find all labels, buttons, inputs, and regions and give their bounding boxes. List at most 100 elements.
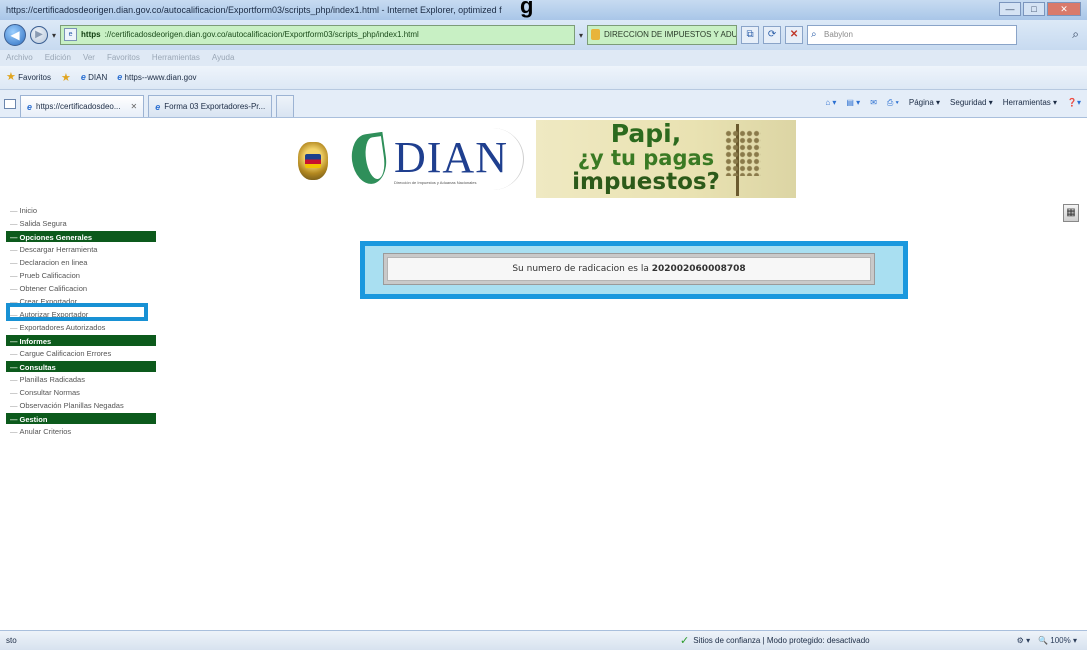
menu-item-planillas-radicadas[interactable]: — Planillas Radicadas [6,373,156,386]
menu-ver[interactable]: Ver [83,50,95,66]
menu-herramientas[interactable]: Herramientas [152,50,200,66]
menu-item-anular-criterios[interactable]: — Anular Criterios [6,425,156,438]
favorite-link-label: https--www.dian.gov [124,73,197,82]
menu-item-label: Consultar Normas [19,388,80,397]
menu-bar: Archivo Edición Ver Favoritos Herramient… [0,50,1087,66]
menu-item-salida-segura[interactable]: — Salida Segura [6,217,156,230]
notice-prefix: Su numero de radicacion es la [512,264,652,274]
home-icon[interactable]: ⌂ ▾ [825,92,836,114]
url-dropdown-icon[interactable]: ▾ [579,31,583,40]
favorites-button[interactable]: ★ Favoritos [6,65,51,90]
compatibility-icon[interactable]: ⧉ [741,26,760,44]
dian-logo-text: DIAN [394,133,508,182]
search-provider-icon: ⌕ [811,29,817,40]
refresh-button[interactable]: ⟳ [763,26,782,44]
menu-item-descargar-herramienta[interactable]: — Descargar Herramienta [6,243,156,256]
close-tab-icon[interactable]: ✕ [131,96,138,118]
menu-edicion[interactable]: Edición [45,50,71,66]
back-button[interactable]: ◀ [4,24,26,46]
menu-item-observacion-planillas-negadas[interactable]: — Observación Planillas Negadas [6,399,156,412]
menu-item-consultar-normas[interactable]: — Consultar Normas [6,386,156,399]
ie-icon: e [27,101,33,112]
menu-item-inicio[interactable]: — Inicio [6,204,156,217]
page-menu[interactable]: Página ▾ [909,92,940,114]
menu-item-label: Cargue Calificacion Errores [19,349,112,358]
stop-button[interactable]: ✕ [785,26,804,44]
menu-item-declaracion-en-linea[interactable]: — Declaracion en linea [6,256,156,269]
menu-item-label: Exportadores Autorizados [19,323,106,332]
page-banner: DIAN Dirección de Impuestos y Aduanas Na… [286,120,796,198]
notice-message: Su numero de radicacion es la 2020020600… [387,257,871,281]
favorite-link-dian-gov[interactable]: e https--www.dian.gov [117,65,196,90]
dian-leaf-icon [348,131,390,187]
feeds-icon[interactable]: ▤ ▾ [846,92,860,114]
menu-item-cargue-calificacion-errores[interactable]: — Cargue Calificacion Errores [6,347,156,360]
favorites-label: Favoritos [18,73,52,82]
menu-section-gestion: — Gestion [6,412,156,425]
close-window-button[interactable]: ✕ [1047,2,1081,16]
security-certificate-field[interactable]: DIRECCION DE IMPUESTOS Y ADUA... [587,25,738,45]
status-tools: ⚙ ▾ 🔍 100% ▾ [1017,631,1077,651]
search-placeholder: Babylon [824,30,853,39]
maximize-button[interactable]: □ [1023,2,1045,16]
addons-icon[interactable]: ⚙ ▾ [1017,631,1030,651]
zoom-level: 100% [1050,636,1071,645]
menu-item-label: Observación Planillas Negadas [19,401,124,410]
menu-section-consultas: — Consultas [6,360,156,373]
ad-line-3: impuestos? [572,169,720,195]
menu-item-label: Descargar Herramienta [19,245,98,254]
tab-forma-03[interactable]: e Forma 03 Exportadores-Pr... [148,95,273,117]
window-controls: — □ ✕ [999,2,1081,16]
menu-item-label: Anular Criterios [19,427,72,436]
menu-section-label: Opciones Generales [19,233,93,242]
menu-item-exportadores-autorizados[interactable]: — Exportadores Autorizados [6,321,156,334]
menu-ayuda[interactable]: Ayuda [212,50,235,66]
dian-logo-subtitle: Dirección de Impuestos y Aduanas Naciona… [394,180,477,185]
search-input[interactable]: ⌕ Babylon [807,25,1018,45]
tab-label: Forma 03 Exportadores-Pr... [164,101,266,111]
url-input[interactable]: e https://certificadosdeorigen.dian.gov.… [60,25,576,45]
tab-certificados[interactable]: e https://certificadosdeo... ✕ [20,95,145,118]
menu-archivo[interactable]: Archivo [6,50,33,66]
security-zone[interactable]: ✓ Sitios de confianza | Modo protegido: … [680,631,870,651]
menu-item-prueba-calificacion[interactable]: — Prueb Calificacion [6,269,156,282]
dian-logo: DIAN Dirección de Impuestos y Aduanas Na… [342,128,524,190]
window-titlebar: https://certificadosdeorigen.dian.gov.co… [0,0,1087,20]
menu-section-label: Informes [19,337,52,346]
ie-icon: e [155,101,161,112]
print-toolbar-icon[interactable]: ⎙ ▾ [887,92,899,114]
zoom-control[interactable]: 🔍 100% ▾ [1038,631,1077,651]
forward-button[interactable]: ▶ [30,26,48,44]
quick-tabs-icon[interactable] [4,99,16,109]
url-text: ://certificadosdeorigen.dian.gov.co/auto… [104,30,419,39]
menu-item-label: Prueb Calificacion [19,271,80,280]
campaign-ad: Papi, ¿y tu pagas impuestos? [536,120,796,198]
cert-label: DIRECCION DE IMPUESTOS Y ADUA... [604,30,738,39]
help-icon[interactable]: ❓▾ [1067,92,1081,114]
tools-menu[interactable]: Herramientas ▾ [1003,92,1057,114]
side-menu: — Inicio — Salida Segura — Opciones General… [6,204,156,438]
menu-section-label: Consultas [19,363,56,372]
menu-favoritos[interactable]: Favoritos [107,50,140,66]
menu-section-label: Gestion [19,415,48,424]
checkmark-icon: ✓ [680,635,690,647]
add-favorite-icon[interactable]: ★ [61,66,71,90]
new-tab-button[interactable] [276,95,295,117]
mail-icon[interactable]: ✉ [870,92,877,114]
ie-icon: e [117,72,123,82]
ad-line-2: ¿y tu pagas [577,146,715,170]
command-bar: ⌂ ▾ ▤ ▾ ✉ ⎙ ▾ Página ▾ Seguridad ▾ Herra… [825,92,1081,114]
search-icon[interactable]: ⌕ [1072,27,1079,42]
minimize-button[interactable]: — [999,2,1021,16]
safety-menu[interactable]: Seguridad ▾ [950,92,993,114]
favorite-link-dian[interactable]: e DIAN [81,65,107,90]
tab-label: https://certificadosdeo... [36,101,121,111]
ad-line-1: Papi, [610,119,682,148]
lock-icon [591,29,601,40]
radication-number: 202002060008708 [651,264,746,274]
print-icon[interactable]: ▦ [1063,204,1079,222]
page-icon: e [64,28,78,41]
menu-item-obtener-calificacion[interactable]: — Obtener Calificacion [6,282,156,295]
menu-item-label: Obtener Calificacion [19,284,88,293]
history-dropdown-icon[interactable]: ▾ [52,31,56,40]
